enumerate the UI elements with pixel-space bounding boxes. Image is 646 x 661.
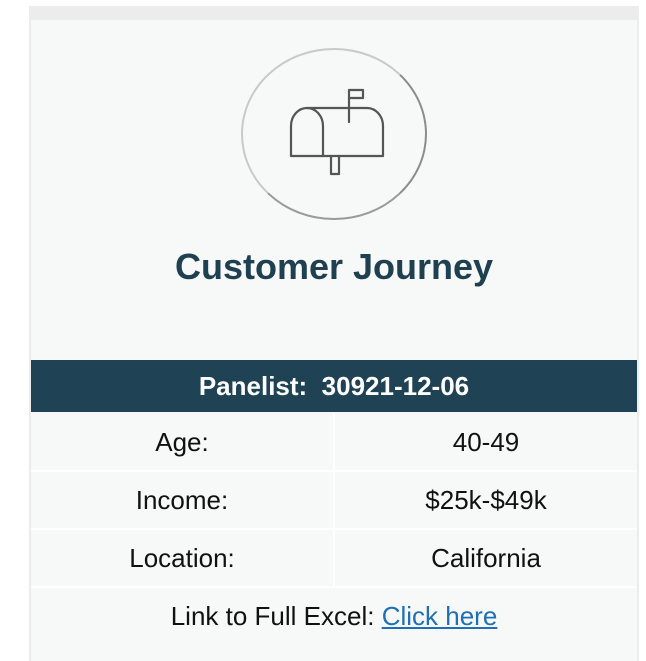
location-value: California: [334, 529, 637, 588]
income-label: Income:: [31, 471, 335, 530]
location-label: Location:: [31, 529, 335, 588]
excel-link-prefix: Link to Full Excel:: [170, 600, 375, 631]
age-value: 40-49: [334, 414, 637, 472]
income-value: $25k-$49k: [334, 471, 637, 530]
excel-link[interactable]: Click here: [382, 601, 498, 631]
table-row-income: Income: $25k-$49k: [31, 471, 637, 530]
age-label: Age:: [31, 414, 335, 472]
mailbox-icon: [289, 88, 385, 176]
panelist-header: Panelist: 30921-12-06: [31, 360, 637, 412]
page-title: Customer Journey: [174, 246, 494, 287]
demographics-table: Age: 40-49 Income: $25k-$49k Location: C…: [31, 414, 637, 644]
panelist-id: 30921-12-06: [321, 371, 470, 401]
customer-journey-card: Customer Journey Panelist: 30921-12-06 A…: [31, 20, 637, 661]
table-row-age: Age: 40-49: [31, 414, 637, 472]
panelist-label: Panelist:: [198, 371, 308, 401]
excel-link-cell: Link to Full Excel: Click here: [31, 587, 637, 644]
table-row-link: Link to Full Excel: Click here: [31, 587, 637, 644]
icon-badge: [241, 48, 427, 220]
table-row-location: Location: California: [31, 529, 637, 588]
